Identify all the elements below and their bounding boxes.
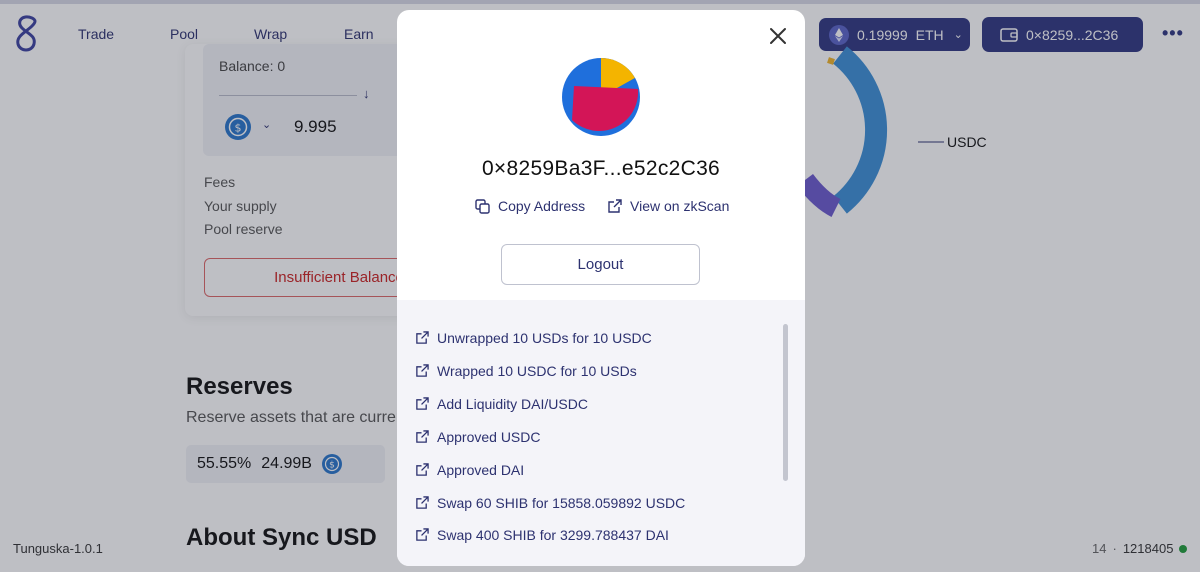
transaction-item[interactable]: Add Liquidity DAI/USDC xyxy=(415,396,588,412)
external-link-icon xyxy=(416,430,429,443)
account-modal: 0×8259Ba3F...e52c2C36 Copy Address View … xyxy=(397,10,805,566)
account-address: 0×8259Ba3F...e52c2C36 xyxy=(481,157,721,180)
logout-button[interactable]: Logout xyxy=(501,244,700,285)
copy-address-link[interactable]: Copy Address xyxy=(475,198,585,214)
view-on-zkscan-label: View on zkScan xyxy=(630,198,730,214)
transaction-item[interactable]: Wrapped 10 USDC for 10 USDs xyxy=(415,363,637,379)
external-link-icon xyxy=(416,331,429,344)
transaction-label: Swap 60 SHIB for 15858.059892 USDC xyxy=(437,495,686,511)
external-link-icon xyxy=(416,528,429,541)
external-link-icon xyxy=(416,463,429,476)
transaction-history: Unwrapped 10 USDs for 10 USDC Wrapped 10… xyxy=(397,300,805,566)
transaction-label: Add Liquidity DAI/USDC xyxy=(437,396,588,412)
transaction-label: Unwrapped 10 USDs for 10 USDC xyxy=(437,330,652,346)
transaction-item[interactable]: Swap 400 SHIB for 3299.788437 DAI xyxy=(415,527,669,543)
close-icon[interactable] xyxy=(766,24,790,48)
transaction-item[interactable]: Approved DAI xyxy=(415,462,524,478)
external-link-icon xyxy=(608,198,622,213)
external-link-icon xyxy=(416,496,429,509)
transaction-item[interactable]: Approved USDC xyxy=(415,429,541,445)
external-link-icon xyxy=(416,364,429,377)
transaction-item[interactable]: Unwrapped 10 USDs for 10 USDC xyxy=(415,330,652,346)
transaction-label: Wrapped 10 USDC for 10 USDs xyxy=(437,363,637,379)
transaction-label: Approved DAI xyxy=(437,462,525,478)
transaction-label: Approved USDC xyxy=(437,429,541,445)
transaction-label: Swap 400 SHIB for 3299.788437 DAI xyxy=(437,527,669,543)
external-link-icon xyxy=(416,397,429,410)
view-on-zkscan-link[interactable]: View on zkScan xyxy=(607,198,729,214)
copy-address-label: Copy Address xyxy=(498,198,586,214)
logout-label: Logout xyxy=(577,256,624,273)
transaction-item[interactable]: Swap 60 SHIB for 15858.059892 USDC xyxy=(415,495,685,511)
copy-icon xyxy=(475,198,490,214)
account-avatar xyxy=(562,58,640,136)
transaction-scrollbar[interactable] xyxy=(783,324,788,481)
